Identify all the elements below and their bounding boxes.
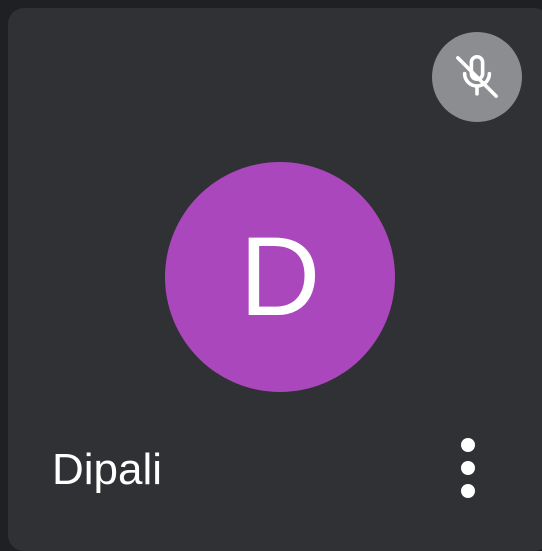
mic-off-icon bbox=[432, 32, 522, 122]
avatar-initial: D bbox=[239, 214, 321, 339]
participant-tile: D Dipali bbox=[8, 8, 542, 551]
avatar: D bbox=[165, 162, 395, 392]
more-options-button[interactable] bbox=[446, 432, 490, 504]
more-vert-icon-dot bbox=[461, 461, 475, 475]
participant-name: Dipali bbox=[52, 445, 163, 494]
more-vert-icon-dot bbox=[461, 438, 475, 452]
more-vert-icon-dot bbox=[461, 484, 475, 498]
